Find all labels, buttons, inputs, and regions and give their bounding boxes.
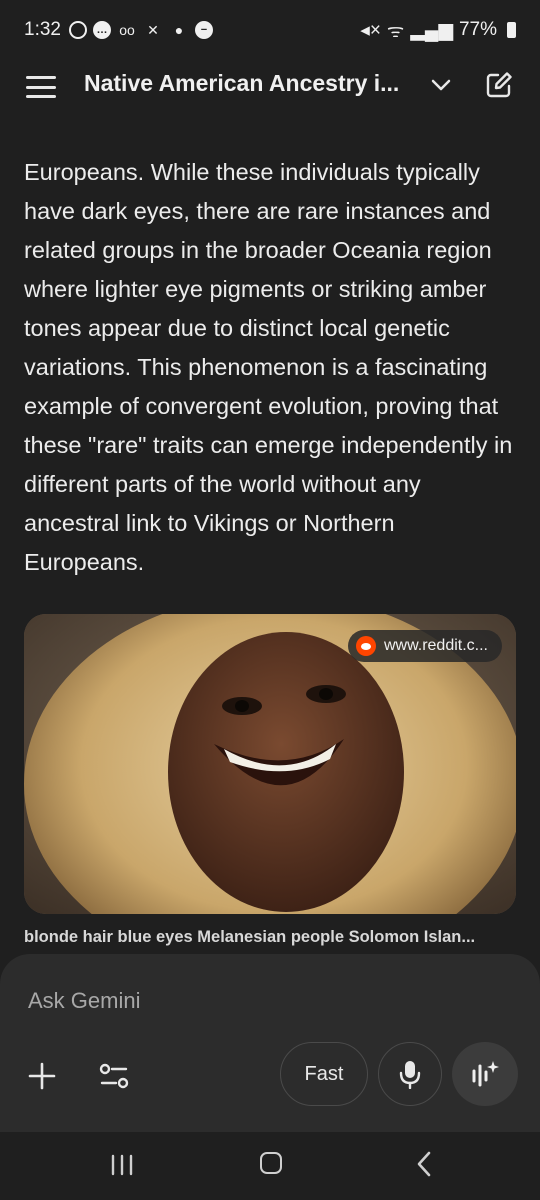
back-icon[interactable] (414, 1150, 434, 1178)
status-time: 1:32 (24, 19, 61, 40)
response-paragraph: Europeans. While these individuals typic… (24, 159, 513, 575)
image-caption[interactable]: blonde hair blue eyes Melanesian people … (24, 928, 516, 947)
app-bar: Native American Ancestry i... (0, 60, 540, 112)
chat-bubble-icon: … (92, 21, 111, 39)
mic-icon (399, 1061, 421, 1089)
source-url: www.reddit.c... (383, 637, 488, 654)
chevron-down-icon[interactable] (428, 72, 454, 98)
plus-icon[interactable] (26, 1060, 58, 1092)
response-text: ▔ ▔ ▔▔ ▔ ▔▔▔▔ ▔▔▔▔▔ ▔▔▔▔ Europeans. Whil… (24, 128, 519, 588)
system-nav-bar (0, 1132, 540, 1200)
app-notification-icon: − (194, 21, 213, 39)
mute-icon: ◂× (360, 19, 381, 41)
image-result-card[interactable]: www.reddit.c... (24, 614, 516, 914)
conversation-title[interactable]: Native American Ancestry i... (84, 70, 414, 97)
dnd-icon (68, 21, 87, 39)
voicemail-icon: oo (119, 22, 135, 38)
battery-icon (507, 22, 516, 38)
model-picker-button[interactable]: Fast (280, 1042, 368, 1106)
status-bar: 1:32 … oo ✕ ● − ◂× ᯤ ▂▄▆ 77% (0, 0, 540, 60)
missed-call-icon: ✕ (147, 21, 159, 38)
source-chip[interactable]: www.reddit.c... (347, 630, 502, 662)
wifi-icon: ᯤ (386, 21, 405, 42)
tools-icon[interactable] (98, 1060, 130, 1092)
status-right: ◂× ᯤ ▂▄▆ 77% (360, 17, 516, 43)
signal-icon: ▂▄▆ (410, 19, 453, 41)
battery-text: 77% (458, 19, 497, 40)
drop-icon: ● (174, 22, 184, 38)
live-button[interactable] (452, 1042, 518, 1106)
mic-button[interactable] (378, 1042, 442, 1106)
home-icon[interactable] (260, 1152, 282, 1174)
clipped-line: ▔ ▔ ▔▔ ▔ ▔▔▔▔ ▔▔▔▔▔ ▔▔▔▔ (24, 128, 519, 130)
menu-icon[interactable] (26, 76, 56, 98)
ask-input[interactable]: Ask Gemini (28, 988, 140, 1014)
edit-icon[interactable] (484, 70, 514, 100)
recents-icon[interactable] (110, 1154, 134, 1176)
reddit-icon (355, 636, 376, 656)
input-panel: Ask Gemini Fast (0, 954, 540, 1132)
live-icon (472, 1061, 499, 1087)
